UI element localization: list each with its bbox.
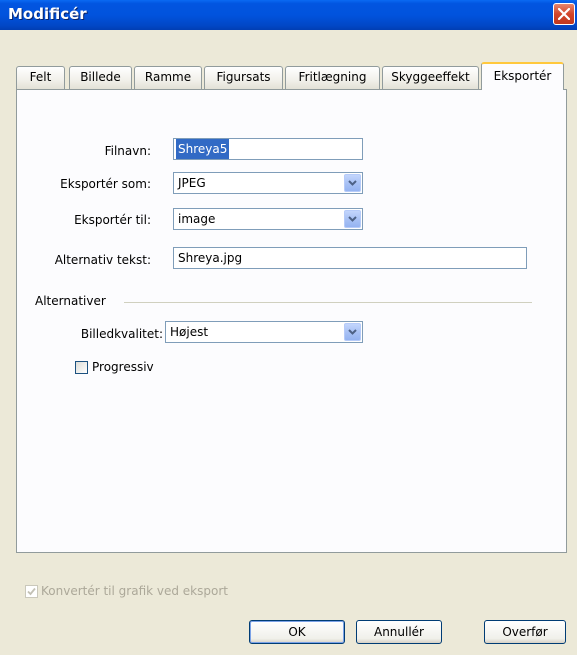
filename-label: Filnavn: xyxy=(104,144,151,158)
filename-value: Shreya5 xyxy=(176,139,230,159)
tab-felt[interactable]: Felt xyxy=(16,66,65,89)
export-as-dropdown-button[interactable] xyxy=(344,174,361,192)
window-title: Modificér xyxy=(8,5,87,23)
export-as-select[interactable]: JPEG xyxy=(173,172,363,194)
ok-button[interactable]: OK xyxy=(249,620,345,644)
tab-skyggeeffekt[interactable]: Skyggeeffekt xyxy=(382,66,479,89)
export-as-label: Eksportér som: xyxy=(60,177,151,191)
cancel-button[interactable]: Annullér xyxy=(356,620,442,644)
export-to-value: image xyxy=(178,212,216,226)
apply-button[interactable]: Overfør xyxy=(484,620,566,644)
convert-checkbox[interactable] xyxy=(25,585,38,598)
chevron-down-icon xyxy=(348,216,357,222)
filename-input[interactable]: Shreya5 xyxy=(173,138,363,160)
quality-label: Billedkvalitet: xyxy=(80,327,163,341)
chevron-down-icon xyxy=(348,329,357,335)
quality-select[interactable]: Højest xyxy=(165,321,363,343)
options-group-label: Alternativer xyxy=(35,294,106,308)
export-to-dropdown-button[interactable] xyxy=(344,210,361,228)
tab-ramme[interactable]: Ramme xyxy=(134,66,202,89)
modify-dialog: Modificér Felt Billede Ramme Figursats F… xyxy=(0,0,577,655)
alt-text-input[interactable]: Shreya.jpg xyxy=(173,247,527,269)
export-to-select[interactable]: image xyxy=(173,208,363,230)
options-divider xyxy=(124,302,532,303)
progressive-label[interactable]: Progressiv xyxy=(92,360,154,374)
chevron-down-icon xyxy=(348,180,357,186)
tab-fritlaegning[interactable]: Fritlægning xyxy=(285,66,380,89)
close-icon xyxy=(558,8,570,20)
export-as-value: JPEG xyxy=(178,176,206,190)
checkmark-icon xyxy=(27,587,36,596)
alt-text-label: Alternativ tekst: xyxy=(54,253,151,267)
title-bar[interactable]: Modificér xyxy=(0,0,577,30)
convert-label: Konvertér til grafik ved eksport xyxy=(41,584,228,598)
progressive-checkbox[interactable] xyxy=(75,361,88,374)
export-to-label: Eksportér til: xyxy=(74,213,151,227)
quality-value: Højest xyxy=(170,325,209,339)
tab-figursats[interactable]: Figursats xyxy=(204,66,283,89)
tab-eksporter[interactable]: Eksportér xyxy=(481,62,564,90)
tab-billede[interactable]: Billede xyxy=(69,66,132,89)
quality-dropdown-button[interactable] xyxy=(344,323,361,341)
close-button[interactable] xyxy=(553,3,575,25)
alt-text-value: Shreya.jpg xyxy=(178,251,243,265)
